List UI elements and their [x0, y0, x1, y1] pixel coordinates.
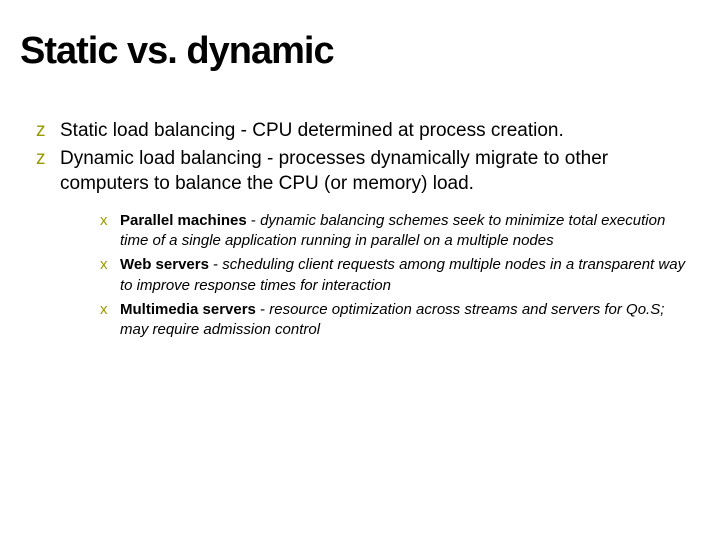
sub-bullet-list: Parallel machines - dynamic balancing sc… [100, 211, 690, 341]
sub-bullet-dash: - [247, 212, 260, 229]
list-item: Web servers - scheduling client requests… [100, 255, 690, 296]
sub-bullet-dash: - [256, 301, 269, 318]
list-item: Multimedia servers - resource optimizati… [100, 300, 690, 341]
slide-title: Static vs. dynamic [20, 30, 690, 73]
bullet-list: Static load balancing - CPU determined a… [36, 118, 690, 340]
sub-bullet-bold: Parallel machines [120, 212, 247, 229]
list-item: Parallel machines - dynamic balancing sc… [100, 211, 690, 252]
bullet-text: Static load balancing - CPU determined a… [60, 120, 564, 141]
sub-bullet-bold: Multimedia servers [120, 301, 256, 318]
list-item: Dynamic load balancing - processes dynam… [36, 146, 690, 341]
sub-bullet-bold: Web servers [120, 256, 209, 273]
sub-bullet-dash: - [209, 256, 222, 273]
list-item: Static load balancing - CPU determined a… [36, 118, 690, 144]
bullet-text: Dynamic load balancing - processes dynam… [60, 148, 608, 195]
